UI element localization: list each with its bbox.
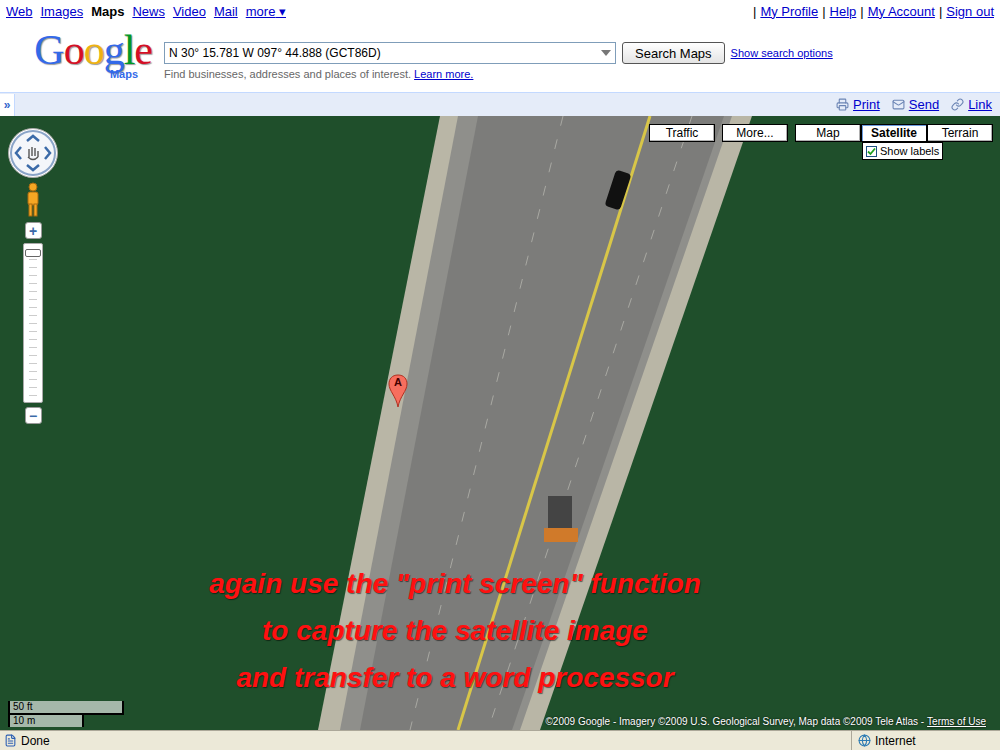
more-link[interactable]: more ▾ xyxy=(246,4,286,19)
zoom-control: +− xyxy=(23,182,43,424)
scale-metric: 10 m xyxy=(8,715,84,727)
service-link[interactable]: Video xyxy=(173,4,206,19)
separator: | xyxy=(860,4,863,19)
search-hint: Find businesses, addresses and places of… xyxy=(164,68,833,80)
toolbar-action[interactable]: Link xyxy=(951,97,992,112)
annotation-line: and transfer to a word processor xyxy=(236,654,673,701)
action-icon xyxy=(892,98,905,111)
status-text: Done xyxy=(4,734,50,748)
action-icon xyxy=(951,98,964,111)
map-type-button[interactable]: More... xyxy=(722,124,788,142)
marker-label: A xyxy=(388,376,408,388)
toolbar-actions: Print Send Link xyxy=(836,97,1000,112)
map-type-slot: Traffic xyxy=(649,124,715,142)
collapse-panel-button[interactable]: » xyxy=(0,94,15,116)
map-scale: 50 ft10 m xyxy=(8,701,126,727)
show-labels-option[interactable]: Show labels xyxy=(862,142,943,160)
service-links: Web Images Maps News Video Mail more ▾ xyxy=(6,4,286,19)
search-input[interactable] xyxy=(165,46,593,60)
toolbar-action[interactable]: Print xyxy=(836,97,880,112)
annotation-line: again use the "print screen" function xyxy=(209,560,701,607)
map-toolbar: » Print Send Link xyxy=(0,92,1000,116)
search-field xyxy=(164,42,616,64)
search-area: Search Maps Show search options Find busin… xyxy=(164,22,833,80)
zoom-out-button[interactable]: − xyxy=(25,407,42,424)
map-type-button[interactable]: Traffic xyxy=(649,124,715,142)
terms-link[interactable]: Terms of Use xyxy=(927,716,986,727)
separator: | xyxy=(753,4,756,19)
check-icon xyxy=(867,147,876,156)
separator: | xyxy=(822,4,825,19)
browser-page: Web Images Maps News Video Mail more ▾ | My Prof… xyxy=(0,0,1000,750)
search-options-link[interactable]: Show search options xyxy=(731,47,833,59)
service-link[interactable]: Maps xyxy=(91,4,124,19)
account-links: |My Profile|Help|My Account|Sign out xyxy=(753,4,994,19)
map-type-slot: More... xyxy=(722,124,788,142)
globe-icon xyxy=(858,734,871,747)
more-arrow-icon: ▾ xyxy=(279,4,286,19)
logo-product: Maps xyxy=(110,68,138,80)
map-type-slot: Map xyxy=(795,124,861,142)
show-labels-checkbox[interactable] xyxy=(866,146,877,157)
status-bar: Done Internet xyxy=(0,730,1000,750)
map-copyright: ©2009 Google - Imagery ©2009 U.S. Geolog… xyxy=(545,716,986,727)
map-type-button[interactable]: Map xyxy=(795,124,861,142)
account-link[interactable]: Help xyxy=(830,4,857,19)
map-type-button[interactable]: Satellite xyxy=(861,124,927,142)
pegman-icon[interactable] xyxy=(24,182,42,218)
search-row: Search Maps Show search options xyxy=(164,42,833,64)
separator: | xyxy=(939,4,942,19)
zoom-slider[interactable] xyxy=(23,243,43,403)
service-link[interactable]: Mail xyxy=(214,4,238,19)
map-marker[interactable]: A xyxy=(388,374,408,408)
map-type-button[interactable]: Terrain xyxy=(927,124,993,142)
search-button[interactable]: Search Maps xyxy=(622,42,725,64)
pan-arrows-icon[interactable] xyxy=(9,129,57,177)
map-type-slot: Terrain xyxy=(927,124,993,142)
google-nav-bar: Web Images Maps News Video Mail more ▾ | My Prof… xyxy=(0,0,1000,22)
annotation-overlay: again use the "print screen" functionto … xyxy=(0,560,910,701)
logo-word: Google xyxy=(34,30,152,70)
zoom-in-button[interactable]: + xyxy=(25,222,42,239)
account-link[interactable]: My Account xyxy=(868,4,935,19)
google-maps-logo[interactable]: GoogleMaps xyxy=(10,22,152,80)
scale-imperial: 50 ft xyxy=(8,701,124,715)
service-link[interactable]: Web xyxy=(6,4,33,19)
account-link[interactable]: Sign out xyxy=(946,4,994,19)
toolbar-action[interactable]: Send xyxy=(892,97,939,112)
account-link[interactable]: My Profile xyxy=(760,4,818,19)
service-link[interactable]: Images xyxy=(41,4,84,19)
security-zone: Internet xyxy=(851,731,996,750)
learn-more-link[interactable]: Learn more. xyxy=(414,68,473,80)
zoom-slider-knob[interactable] xyxy=(25,249,41,257)
action-icon xyxy=(836,98,849,111)
service-link[interactable]: News xyxy=(132,4,165,19)
dropdown-arrow-icon[interactable] xyxy=(601,50,611,56)
page-icon xyxy=(4,734,17,747)
maps-header: GoogleMaps Search Maps Show search options… xyxy=(0,22,1000,92)
pan-control[interactable] xyxy=(8,128,58,178)
annotation-line: to capture the satellite image xyxy=(262,607,648,654)
map-type-bar: Traffic More... MapSatelliteShow labelsTer… xyxy=(649,124,993,142)
map-type-slot: SatelliteShow labels xyxy=(861,124,927,142)
satellite-map[interactable]: +−TrafficMore...MapSatelliteShow labelsT… xyxy=(0,116,1000,730)
